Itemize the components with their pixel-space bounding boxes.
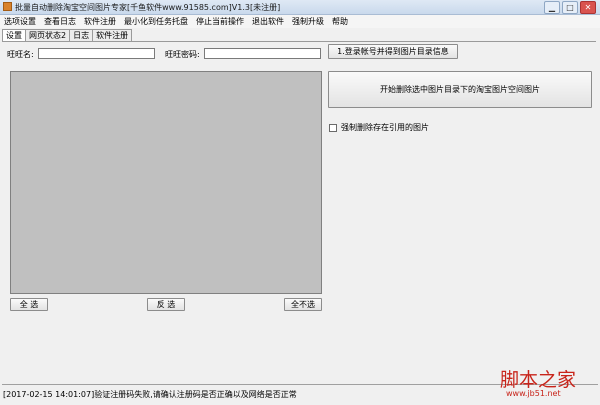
force-delete-label: 强制删除存在引用的图片 bbox=[341, 123, 429, 132]
login-button[interactable]: 1.登录帐号并得到图片目录信息 bbox=[328, 44, 458, 59]
menu-bar: 选项设置 查看日志 软件注册 最小化到任务托盘 停止当前操作 退出软件 强制升级… bbox=[0, 15, 600, 28]
image-directory-list[interactable] bbox=[10, 71, 322, 294]
tab-register[interactable]: 软件注册 bbox=[92, 29, 133, 41]
wangwang-label: 旺旺名: bbox=[7, 50, 34, 59]
maximize-icon[interactable]: □ bbox=[562, 1, 578, 14]
close-icon[interactable]: ✕ bbox=[580, 1, 596, 14]
invert-selection-button[interactable]: 反 选 bbox=[147, 298, 185, 311]
tab-settings[interactable]: 设置 bbox=[2, 29, 26, 41]
minimize-icon[interactable]: ▁ bbox=[544, 1, 560, 14]
menu-options[interactable]: 选项设置 bbox=[0, 15, 40, 28]
tab-log[interactable]: 日志 bbox=[69, 29, 94, 41]
window-title: 批量自动删除淘宝空间图片专家[千鱼软件www.91585.com]V1.3[未注… bbox=[15, 3, 281, 12]
force-delete-option[interactable]: 强制删除存在引用的图片 bbox=[329, 122, 429, 133]
password-input[interactable] bbox=[204, 48, 321, 59]
start-delete-button[interactable]: 开始删除选中图片目录下的淘宝图片空间图片 bbox=[328, 71, 592, 108]
select-all-button[interactable]: 全 选 bbox=[10, 298, 48, 311]
window-controls: ▁ □ ✕ bbox=[544, 1, 596, 14]
app-icon bbox=[3, 2, 12, 11]
wangwang-input[interactable] bbox=[38, 48, 155, 59]
title-bar: 批量自动删除淘宝空间图片专家[千鱼软件www.91585.com]V1.3[未注… bbox=[0, 0, 600, 15]
tab-divider bbox=[2, 41, 596, 42]
force-delete-checkbox[interactable] bbox=[329, 123, 337, 132]
menu-force-upgrade[interactable]: 强制升级 bbox=[288, 15, 328, 28]
tab-web-status[interactable]: 网页状态2 bbox=[25, 29, 71, 41]
menu-help[interactable]: 帮助 bbox=[328, 15, 352, 28]
password-label: 旺旺密码: bbox=[165, 50, 200, 59]
menu-minimize-tray[interactable]: 最小化到任务托盘 bbox=[120, 15, 192, 28]
watermark-logo: 脚本之家 bbox=[500, 369, 577, 391]
menu-stop[interactable]: 停止当前操作 bbox=[192, 15, 248, 28]
menu-register[interactable]: 软件注册 bbox=[80, 15, 120, 28]
select-none-button[interactable]: 全不选 bbox=[284, 298, 322, 311]
watermark-url: www.jb51.net bbox=[506, 389, 561, 398]
menu-view-log[interactable]: 查看日志 bbox=[40, 15, 80, 28]
menu-exit[interactable]: 退出软件 bbox=[248, 15, 288, 28]
tab-strip: 设置 网页状态2 日志 软件注册 bbox=[2, 29, 133, 41]
status-message: [2017-02-15 14:01:07]验证注册码失败,请确认注册码是否正确以… bbox=[3, 390, 297, 399]
